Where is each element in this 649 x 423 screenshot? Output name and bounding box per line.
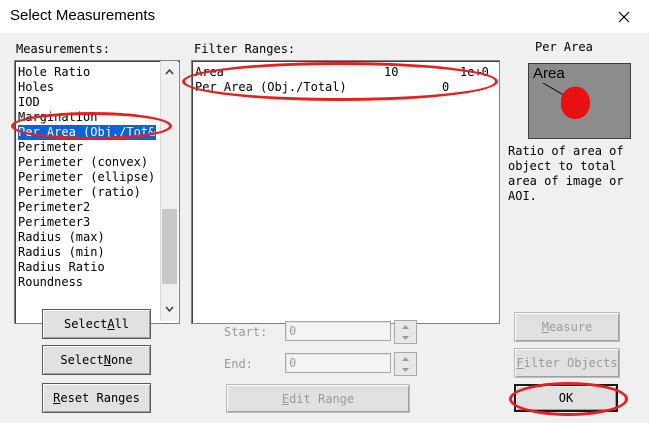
list-item[interactable]: Radius (max) [18, 230, 105, 245]
area-blob-icon [542, 82, 591, 120]
spin-up-button[interactable] [395, 353, 416, 364]
triangle-down-icon [402, 335, 409, 340]
list-item[interactable]: Radius Ratio [18, 260, 105, 275]
measure-button[interactable]: Measure [514, 312, 620, 342]
list-item-selected[interactable]: Per Area (Obj./Tot& [18, 125, 156, 140]
list-item[interactable]: Holes [18, 80, 54, 95]
reset-ranges-label: eset Ranges [60, 391, 140, 405]
preview-label: Per Area [535, 40, 593, 54]
description-line: AOI. [508, 189, 537, 203]
edit-range-button[interactable]: Edit Range [226, 384, 410, 413]
description-line: Ratio of area of [508, 144, 624, 158]
list-item[interactable]: Perimeter (convex) [18, 155, 148, 170]
measurements-list[interactable]: Hole Ratio Holes IOD Margination Per Are… [14, 60, 180, 324]
triangle-up-icon [402, 324, 409, 329]
list-item[interactable]: Perimeter [18, 140, 83, 155]
measurements-label: Measurements: [16, 42, 110, 56]
window-title: Select Measurements [10, 7, 156, 24]
preview-description: Ratio of area of object to total area of… [508, 144, 624, 204]
filter-ranges-list[interactable]: Area 10 1e+0 Per Area (Obj./Total) 0 [191, 60, 500, 324]
description-line: object to total [508, 159, 617, 173]
chevron-up-icon [165, 68, 174, 74]
list-item[interactable]: Hole Ratio [18, 65, 90, 80]
end-input[interactable]: 0 [285, 353, 391, 373]
reset-ranges-accel: R [53, 391, 61, 405]
ok-label: OK [558, 391, 574, 405]
select-measurements-dialog: Select Measurements Measurements: Hole R… [0, 0, 649, 423]
scroll-down-button[interactable] [161, 300, 178, 317]
select-all-label-rest: ll [114, 317, 130, 331]
edit-range-accel: E [281, 391, 290, 406]
start-label: Start: [224, 325, 268, 339]
description-line: area of image or [508, 174, 624, 188]
filter-objects-label: ilter Objects [523, 356, 618, 370]
list-item[interactable]: Radius (min) [18, 245, 105, 260]
filter-row-name[interactable]: Area [195, 65, 224, 80]
list-item[interactable]: Perimeter (ellipse) [18, 170, 155, 185]
dialog-body: Measurements: Hole Ratio Holes IOD Margi… [0, 33, 649, 423]
select-none-accel: N [103, 353, 111, 367]
end-label: End: [224, 357, 253, 371]
chevron-down-icon [165, 306, 174, 312]
start-input[interactable]: 0 [285, 321, 391, 341]
list-item[interactable]: Perimeter (ratio) [18, 185, 141, 200]
spin-down-button[interactable] [395, 332, 416, 343]
triangle-down-icon [402, 367, 409, 372]
select-none-label-rest: one [110, 353, 133, 367]
measurements-scrollbar[interactable] [160, 61, 178, 321]
filter-ranges-label: Filter Ranges: [194, 42, 296, 56]
triangle-up-icon [402, 356, 409, 361]
select-all-accel: A [107, 317, 115, 331]
scroll-up-button[interactable] [161, 63, 178, 80]
close-button[interactable] [606, 0, 642, 33]
filter-row-min: 10 [384, 65, 399, 79]
list-item[interactable]: Margination [18, 110, 97, 125]
select-none-button[interactable]: Select None [42, 345, 151, 375]
preview-image: Area [528, 63, 631, 139]
ok-button[interactable]: OK [514, 384, 618, 412]
spin-down-button[interactable] [395, 364, 416, 375]
filter-row-min: 0 [442, 80, 450, 94]
list-item[interactable]: Perimeter3 [18, 215, 90, 230]
edit-range-label: dit Range [289, 391, 355, 406]
close-icon [618, 11, 630, 22]
end-spinner[interactable] [394, 352, 417, 376]
select-none-label: Select [60, 353, 104, 367]
reset-ranges-button[interactable]: Reset Ranges [42, 383, 151, 413]
list-item[interactable]: IOD [18, 95, 40, 110]
filter-objects-accel: F [516, 356, 524, 370]
filter-row-max: 1e+0 [460, 65, 489, 79]
filter-row-name[interactable]: Per Area (Obj./Total) [195, 80, 347, 95]
filter-objects-button[interactable]: Filter Objects [514, 348, 620, 378]
scroll-thumb[interactable] [162, 209, 177, 284]
list-item[interactable]: Perimeter2 [18, 200, 90, 215]
title-bar: Select Measurements [0, 0, 649, 33]
measure-label: easure [548, 320, 593, 334]
spin-up-button[interactable] [395, 321, 416, 332]
select-all-label: Select [63, 317, 108, 331]
measure-accel: M [541, 320, 549, 334]
list-item[interactable]: Roundness [18, 275, 83, 290]
start-spinner[interactable] [394, 320, 417, 344]
select-all-button[interactable]: Select All [42, 309, 151, 339]
